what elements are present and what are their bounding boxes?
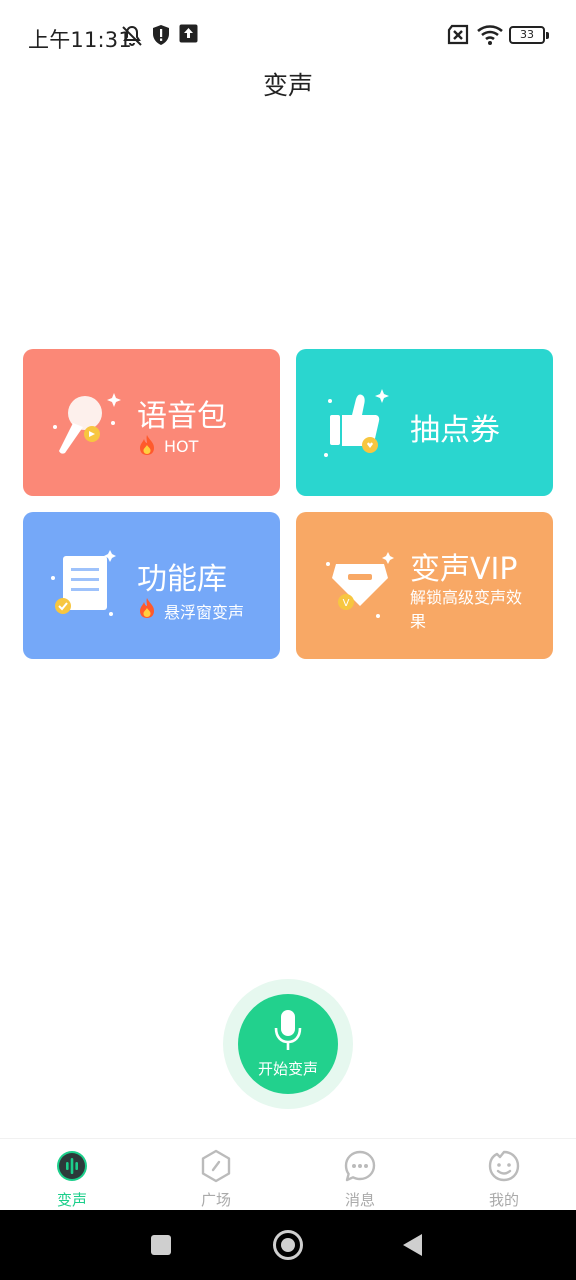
shield-alert-icon <box>153 25 169 45</box>
vip-title: 变声VIP <box>410 552 518 587</box>
tab-voice-change[interactable]: 变声 <box>0 1139 144 1211</box>
compass-icon <box>201 1149 231 1183</box>
wifi-icon <box>477 25 503 45</box>
status-bar: 上午11:31 33 <box>0 0 576 70</box>
fire-icon <box>140 598 154 618</box>
start-voice-change-button[interactable]: 开始变声 <box>238 994 338 1094</box>
start-button-label: 开始变声 <box>257 1060 318 1078</box>
tab-profile-label: 我的 <box>488 1191 519 1209</box>
bottom-nav: 变声 广场 消息 我的 <box>0 1138 576 1210</box>
upload-icon <box>179 24 198 43</box>
document-icon <box>51 550 116 616</box>
tab-profile[interactable]: 我的 <box>432 1139 576 1211</box>
vip-card[interactable]: V 变声VIP 解锁高级变声效果 <box>296 512 553 659</box>
vip-sub: 解锁高级变声效果 <box>410 588 523 631</box>
tab-plaza[interactable]: 广场 <box>144 1139 288 1211</box>
back-button[interactable] <box>401 1233 423 1257</box>
recents-button[interactable] <box>151 1235 171 1255</box>
svg-text:V: V <box>343 598 350 609</box>
function-library-sub: 悬浮窗变声 <box>164 603 245 622</box>
draw-coupon-title: 抽点券 <box>410 413 500 448</box>
battery-icon: 33 <box>509 26 549 44</box>
thumbs-up-icon <box>324 389 389 457</box>
function-library-title: 功能库 <box>137 562 227 597</box>
bell-off-icon <box>122 25 142 46</box>
smiley-icon <box>488 1150 520 1182</box>
tab-messages[interactable]: 消息 <box>288 1139 432 1211</box>
home-button[interactable] <box>273 1230 303 1260</box>
tab-plaza-label: 广场 <box>200 1191 231 1209</box>
tab-messages-label: 消息 <box>344 1191 375 1209</box>
fire-icon <box>140 435 154 455</box>
function-library-card[interactable]: 功能库 悬浮窗变声 <box>23 512 280 659</box>
battery-level: 33 <box>520 28 534 41</box>
voice-wave-icon <box>57 1151 87 1181</box>
sim-off-icon <box>447 24 469 45</box>
tab-voice-change-label: 变声 <box>56 1191 87 1209</box>
page-title: 变声 <box>262 71 313 100</box>
voice-pack-title: 语音包 <box>137 399 227 434</box>
mic-icon <box>274 1010 302 1050</box>
system-nav-bar <box>0 1210 576 1280</box>
microphone-icon <box>53 393 121 454</box>
draw-coupon-card[interactable]: 抽点券 <box>296 349 553 496</box>
status-time: 上午11:31 <box>28 28 132 52</box>
vip-gem-icon: V <box>326 552 394 618</box>
chat-icon <box>344 1150 376 1182</box>
voice-pack-badge: HOT <box>164 437 199 456</box>
voice-pack-card[interactable]: 语音包 HOT <box>23 349 280 496</box>
